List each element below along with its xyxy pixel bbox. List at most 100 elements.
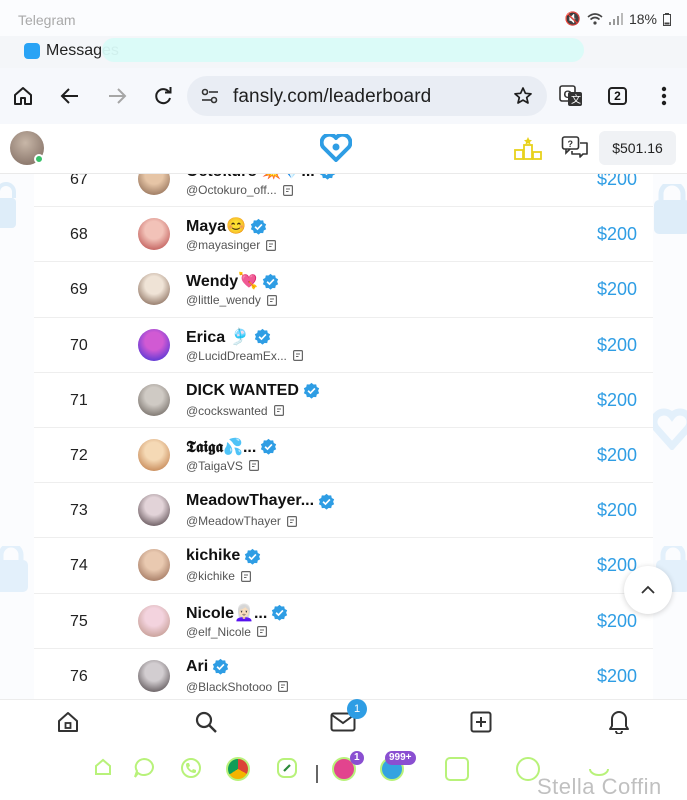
back-icon[interactable]	[56, 82, 84, 110]
background-lock-icon	[0, 182, 16, 228]
rank-number: 67	[70, 174, 88, 188]
dock-phone-icon[interactable]	[180, 757, 204, 781]
leaderboard-icon[interactable]	[514, 136, 542, 160]
rank-number: 72	[70, 446, 88, 464]
creator-name[interactable]: Wendy💘	[186, 271, 258, 291]
creator-name[interactable]: DICK WANTED	[186, 382, 299, 400]
creator-avatar[interactable]	[138, 604, 170, 637]
creator-avatar[interactable]	[138, 174, 170, 195]
creator-avatar[interactable]	[138, 494, 170, 527]
creator-name-line: Ari	[186, 658, 229, 676]
creator-handle: @MeadowThayer	[186, 514, 281, 529]
copy-icon[interactable]	[266, 239, 277, 251]
creator-name-line: Erica 🎐	[186, 327, 271, 347]
rank-number: 70	[70, 336, 88, 354]
leaderboard-row[interactable]: 71 DICK WANTED @cockswanted $200	[34, 373, 653, 428]
creator-handle: @elf_Nicole	[186, 624, 251, 639]
creator-avatar[interactable]	[138, 659, 170, 692]
address-bar[interactable]: fansly.com/leaderboard	[187, 76, 547, 116]
svg-text:?: ?	[568, 139, 574, 149]
creator-name-line: Nicole👩🏻‍🦳...	[186, 603, 288, 623]
translate-icon[interactable]: G文	[557, 82, 585, 110]
leaderboard-row[interactable]: 67 Octokuro 💥💎... @Octokuro_off... $200	[34, 174, 653, 208]
creator-handle-line: @elf_Nicole	[186, 625, 267, 639]
copy-icon[interactable]	[282, 184, 293, 196]
dock-messages-icon[interactable]	[133, 757, 157, 781]
copy-icon[interactable]	[266, 294, 277, 306]
dock-maps-icon[interactable]	[276, 757, 300, 781]
site-settings-icon[interactable]	[201, 88, 219, 104]
creator-name[interactable]: Erica 🎐	[186, 327, 250, 347]
notification-pill[interactable]	[102, 38, 584, 62]
copy-icon[interactable]	[240, 570, 251, 582]
creator-handle-line: @BlackShotooo	[186, 680, 289, 694]
home-icon[interactable]	[55, 709, 81, 735]
creator-avatar[interactable]	[138, 273, 170, 306]
creator-avatar[interactable]	[138, 328, 170, 361]
copy-icon[interactable]	[286, 515, 297, 527]
copy-icon[interactable]	[248, 460, 259, 472]
tip-amount: $200	[596, 334, 637, 355]
leaderboard-list: 67 Octokuro 💥💎... @Octokuro_off... $200 68 Ma…	[34, 174, 653, 699]
creator-name[interactable]: Octokuro 💥💎...	[186, 174, 315, 181]
creator-avatar[interactable]	[138, 383, 170, 416]
scroll-to-top-button[interactable]	[624, 566, 672, 614]
forward-icon[interactable]	[103, 82, 131, 110]
tab-count-button[interactable]: 2	[608, 87, 627, 105]
verified-icon	[254, 328, 270, 345]
online-status-dot	[34, 154, 44, 164]
star-icon[interactable]	[513, 86, 533, 106]
creator-name[interactable]: Ari	[186, 658, 208, 676]
creator-name-line: 𝕿𝖆𝖎𝖌𝖆💦...	[186, 437, 277, 457]
notification-strip[interactable]: Messages	[0, 36, 687, 68]
copy-icon[interactable]	[273, 405, 284, 417]
messages-app-icon	[24, 43, 40, 59]
home-icon[interactable]	[9, 82, 37, 110]
leaderboard-row[interactable]: 73 MeadowThayer... @MeadowThayer $200	[34, 483, 653, 539]
copy-icon[interactable]	[278, 681, 289, 693]
android-dock: 1 999+ Stella Coffin	[0, 743, 687, 800]
copy-icon[interactable]	[292, 350, 303, 362]
leaderboard-row[interactable]: 76 Ari @BlackShotooo $200	[34, 649, 653, 699]
bell-icon[interactable]	[606, 709, 632, 735]
chat-icon[interactable]: ?	[561, 135, 589, 161]
rank-number: 74	[70, 557, 88, 575]
creator-name[interactable]: kichike	[186, 547, 240, 565]
creator-avatar[interactable]	[138, 218, 170, 251]
mute-icon: 🔇	[564, 11, 581, 26]
creator-avatar[interactable]	[138, 438, 170, 471]
verified-icon	[303, 383, 320, 399]
leaderboard-row[interactable]: 69 Wendy💘 @little_wendy $200	[34, 262, 653, 318]
leaderboard-row[interactable]: 72 𝕿𝖆𝖎𝖌𝖆💦... @TaigaVS $200	[34, 428, 653, 484]
bottom-nav: 1	[0, 699, 687, 743]
svg-text:文: 文	[571, 93, 581, 106]
creator-name[interactable]: Nicole👩🏻‍🦳...	[186, 603, 267, 623]
dock-app-icon[interactable]	[445, 757, 469, 781]
dock-home-icon[interactable]	[93, 757, 117, 781]
leaderboard-row[interactable]: 70 Erica 🎐 @LucidDreamEx... $200	[34, 318, 653, 373]
creator-handle-line: @kichike	[186, 569, 251, 583]
wallet-balance[interactable]: $501.16	[599, 131, 676, 165]
creator-name-line: kichike	[186, 547, 261, 565]
creator-name-line: MeadowThayer...	[186, 492, 335, 510]
menu-icon[interactable]	[650, 82, 678, 110]
reload-icon[interactable]	[149, 82, 177, 110]
creator-name[interactable]: Maya😊	[186, 216, 246, 236]
leaderboard-row[interactable]: 75 Nicole👩🏻‍🦳... @elf_Nicole $200	[34, 594, 653, 649]
copy-icon[interactable]	[256, 626, 267, 637]
creator-name-line: DICK WANTED	[186, 382, 320, 400]
creator-handle: @Octokuro_off...	[186, 183, 277, 197]
creator-handle: @cockswanted	[186, 403, 268, 418]
signal-icon	[608, 13, 623, 25]
creator-handle-line: @mayasinger	[186, 238, 277, 252]
creator-name[interactable]: MeadowThayer...	[186, 492, 314, 510]
search-icon[interactable]	[193, 709, 219, 735]
dock-chrome-icon[interactable]	[226, 757, 250, 781]
creator-avatar[interactable]	[138, 549, 170, 582]
leaderboard-row[interactable]: 68 Maya😊 @mayasinger $200	[34, 207, 653, 263]
creator-name[interactable]: 𝕿𝖆𝖎𝖌𝖆💦...	[186, 437, 256, 457]
fansly-logo[interactable]	[320, 134, 352, 162]
leaderboard-row[interactable]: 74 kichike @kichike $200	[34, 538, 653, 594]
creator-handle-line: @cockswanted	[186, 404, 284, 418]
add-icon[interactable]	[468, 709, 494, 735]
